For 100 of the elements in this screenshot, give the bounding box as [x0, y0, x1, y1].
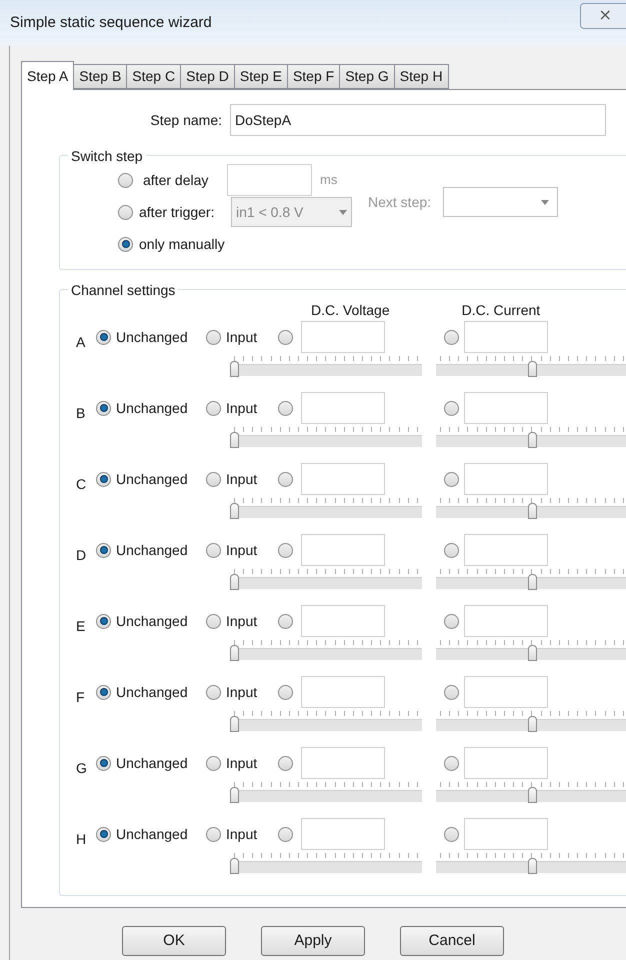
slider[interactable] [230, 569, 422, 589]
radio-button[interactable] [96, 400, 111, 416]
slider[interactable] [230, 498, 422, 518]
radio-button[interactable] [278, 542, 293, 558]
slider-thumb[interactable] [230, 645, 239, 661]
radio-button[interactable] [206, 542, 221, 558]
tab[interactable]: Step D [180, 64, 235, 89]
voltage-field[interactable] [301, 321, 385, 353]
radio-button[interactable] [206, 330, 221, 344]
radio-button[interactable] [278, 472, 293, 486]
tab[interactable]: Step G [339, 64, 395, 89]
slider[interactable] [436, 427, 626, 447]
radio-button[interactable] [96, 756, 111, 770]
tab[interactable]: Step B [73, 64, 128, 89]
radio-button[interactable] [206, 614, 221, 628]
radio-button[interactable] [96, 472, 111, 486]
slider-thumb[interactable] [230, 716, 239, 732]
current-field[interactable] [464, 321, 548, 353]
slider-thumb[interactable] [528, 787, 536, 803]
slider[interactable] [230, 782, 422, 802]
radio-button[interactable] [118, 204, 133, 220]
radio-button[interactable] [278, 614, 293, 628]
voltage-field[interactable] [301, 392, 385, 424]
current-field[interactable] [464, 605, 548, 637]
radio-button[interactable] [278, 684, 293, 700]
radio-button[interactable] [96, 826, 111, 842]
tab[interactable]: Step A [21, 61, 74, 90]
step-name-field[interactable]: DoStepA [230, 104, 606, 136]
current-field[interactable] [464, 818, 548, 850]
radio-button[interactable] [118, 172, 133, 188]
dialog-button[interactable]: OK [122, 926, 226, 956]
slider-thumb[interactable] [230, 503, 239, 519]
slider-thumb[interactable] [528, 858, 536, 874]
radio-button[interactable] [278, 756, 293, 770]
voltage-field[interactable] [301, 534, 385, 566]
voltage-field[interactable] [301, 463, 385, 495]
caret-icon [339, 210, 347, 214]
radio-button[interactable] [206, 756, 221, 770]
radio-button[interactable] [206, 684, 221, 700]
radio-button[interactable] [444, 614, 459, 628]
radio-button[interactable] [444, 756, 459, 770]
radio-button[interactable] [206, 472, 221, 486]
radio-button[interactable] [444, 472, 459, 486]
radio-button[interactable] [278, 330, 293, 344]
dialog-button[interactable]: Apply [261, 926, 365, 956]
radio-button[interactable] [278, 400, 293, 416]
voltage-field[interactable] [301, 747, 385, 779]
radio-button[interactable] [444, 684, 459, 700]
dialog-button[interactable]: Cancel [400, 926, 504, 956]
slider[interactable] [436, 711, 626, 731]
current-field[interactable] [464, 747, 548, 779]
current-field[interactable] [464, 463, 548, 495]
current-field[interactable] [464, 534, 548, 566]
current-field[interactable] [464, 392, 548, 424]
slider[interactable] [230, 427, 422, 447]
slider[interactable] [436, 640, 626, 660]
radio-button[interactable] [96, 330, 111, 344]
slider[interactable] [436, 782, 626, 802]
slider-thumb[interactable] [528, 361, 536, 377]
slider-thumb[interactable] [528, 716, 536, 732]
slider-thumb[interactable] [230, 432, 239, 448]
slider-thumb[interactable] [230, 787, 239, 803]
tab[interactable]: Step E [234, 64, 288, 89]
slider[interactable] [230, 356, 422, 376]
voltage-field[interactable] [301, 818, 385, 850]
slider-thumb[interactable] [528, 645, 536, 661]
radio-button[interactable] [118, 236, 133, 252]
radio-button[interactable] [444, 542, 459, 558]
tab[interactable]: Step H [394, 64, 449, 89]
slider[interactable] [230, 853, 422, 873]
slider[interactable] [230, 711, 422, 731]
voltage-field[interactable] [301, 676, 385, 708]
radio-button[interactable] [96, 614, 111, 628]
radio-button[interactable] [96, 684, 111, 700]
slider[interactable] [436, 853, 626, 873]
slider-thumb[interactable] [528, 432, 536, 448]
slider[interactable] [230, 640, 422, 660]
next-step-dropdown[interactable] [443, 187, 558, 217]
radio-button[interactable] [206, 826, 221, 842]
slider-thumb[interactable] [528, 503, 536, 519]
radio-button[interactable] [444, 400, 459, 416]
tab[interactable]: Step C [126, 64, 182, 89]
current-field[interactable] [464, 676, 548, 708]
delay-field[interactable] [227, 164, 312, 196]
slider[interactable] [436, 498, 626, 518]
close-button[interactable]: ⨯ [580, 3, 626, 29]
radio-button[interactable] [206, 400, 221, 416]
radio-button[interactable] [278, 826, 293, 842]
radio-button[interactable] [96, 542, 111, 558]
slider-thumb[interactable] [528, 574, 536, 590]
slider-thumb[interactable] [230, 574, 239, 590]
tab[interactable]: Step F [286, 64, 340, 89]
slider-thumb[interactable] [230, 858, 239, 874]
channel-label: C [76, 474, 88, 494]
radio-button[interactable] [444, 826, 459, 842]
radio-button[interactable] [444, 330, 459, 344]
slider[interactable] [436, 569, 626, 589]
slider[interactable] [436, 356, 626, 376]
voltage-field[interactable] [301, 605, 385, 637]
slider-thumb[interactable] [230, 361, 239, 377]
